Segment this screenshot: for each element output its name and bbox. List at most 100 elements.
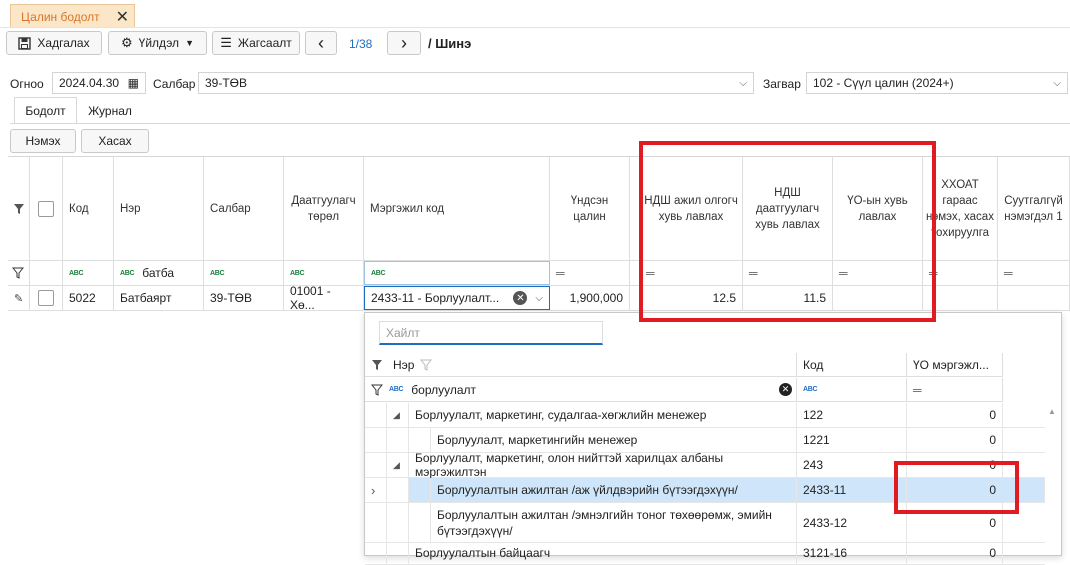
branch-label: Салбар <box>153 77 196 91</box>
list-button[interactable]: ☰ Жагсаалт <box>212 31 300 55</box>
indent-cell <box>387 428 409 452</box>
filter-branch[interactable]: ABC <box>204 261 284 285</box>
save-button[interactable]: Хадгалах <box>6 31 102 55</box>
cell-code[interactable]: 5022 <box>63 286 114 310</box>
branch-select[interactable]: 39-ТӨВ ⌵ <box>198 72 754 94</box>
equals-icon: ═ <box>556 266 565 280</box>
item-name: Борлуулалт, маркетингийн менежер <box>431 428 797 452</box>
cell-branch[interactable]: 39-ТӨВ <box>204 286 284 310</box>
col-header-insured-type[interactable]: Даатгуулагч төрөл <box>284 157 364 260</box>
row-indicator <box>365 453 387 477</box>
template-value: 102 - Сүүл цалин (2024+) <box>813 76 954 90</box>
calendar-icon[interactable]: ▦ <box>128 76 139 90</box>
dropdown-filter-name[interactable]: ABC борлуулалт ✕ <box>365 378 797 402</box>
filter-row-icon[interactable] <box>8 261 30 285</box>
chevron-right-icon: › <box>401 32 407 53</box>
filter-icon[interactable] <box>371 359 383 371</box>
select-all-checkbox[interactable] <box>38 200 54 217</box>
clear-icon[interactable]: ✕ <box>779 383 792 396</box>
list-item[interactable]: Борлуулалт, маркетингийн менежер 1221 0 <box>365 428 1045 453</box>
filter-profession[interactable]: ABC <box>364 261 550 285</box>
add-button[interactable]: Нэмэх <box>10 129 76 153</box>
chevron-down-icon[interactable]: ⌵ <box>535 293 543 304</box>
dropdown-filter-code[interactable]: ABC <box>797 378 907 402</box>
col-header-branch[interactable]: Салбар <box>204 157 284 260</box>
filter-code[interactable]: ABC <box>63 261 114 285</box>
chevron-down-icon: ▼ <box>185 38 194 48</box>
indent-cell <box>387 478 409 502</box>
chevron-down-icon: ⌵ <box>1053 77 1061 89</box>
list-item[interactable]: Борлуулалтын байцаагч 3121-16 0 <box>365 543 1045 565</box>
filter-cell-empty <box>30 261 63 285</box>
profession-dropdown: Хайлт Нэр Код ҮО мэргэжл... ABC борлуула… <box>364 312 1062 565</box>
text-filter-icon: ABC <box>290 269 305 277</box>
cell-addition-1[interactable] <box>998 286 1070 310</box>
row-checkbox-cell[interactable] <box>30 286 63 310</box>
save-icon <box>18 36 32 50</box>
text-filter-icon: ABC <box>803 386 818 393</box>
col-header-profession[interactable]: Мэргэжил код <box>364 157 550 260</box>
next-button[interactable]: › <box>387 31 421 55</box>
col-header-name[interactable]: Нэр <box>114 157 204 260</box>
template-select[interactable]: 102 - Сүүл цалин (2024+) ⌵ <box>806 72 1068 94</box>
item-code: 243 <box>797 453 907 477</box>
col-header-salary[interactable]: Үндсэн цалин <box>550 157 630 260</box>
item-code: 2433-11 <box>797 478 907 502</box>
row-checkbox[interactable] <box>38 290 54 306</box>
dropdown-col-name-label: Нэр <box>393 357 415 372</box>
col-header-addition-1[interactable]: Суутгалгүй нэмэгдэл 1 <box>998 157 1070 260</box>
col-header-code[interactable]: Код <box>63 157 114 260</box>
prev-button[interactable]: ‹ <box>305 31 337 55</box>
list-item[interactable]: ◢ Борлуулалт, маркетинг, судалгаа-хөгжли… <box>365 403 1045 428</box>
tabs-divider <box>10 123 1070 124</box>
collapse-icon[interactable]: ◢ <box>387 453 409 477</box>
date-field[interactable]: 2024.04.30 ▦ <box>52 72 146 94</box>
close-icon[interactable]: ✕ <box>116 7 129 27</box>
dropdown-filter-value: борлуулалт <box>411 382 476 397</box>
filter-addition-1[interactable]: ═ <box>998 261 1070 285</box>
filter-name-value: батба <box>142 266 175 280</box>
pencil-icon: ✎ <box>8 286 30 310</box>
filter-insured-type[interactable]: ABC <box>284 261 364 285</box>
equals-icon: ═ <box>913 382 922 397</box>
cell-salary[interactable]: 1,900,000 <box>550 286 630 310</box>
filter-name[interactable]: ABC батба <box>114 261 204 285</box>
search-input[interactable]: Хайлт <box>379 321 603 345</box>
text-filter-icon: ABC <box>210 269 225 277</box>
row-indicator <box>365 503 387 542</box>
clear-icon[interactable]: ✕ <box>513 291 528 305</box>
scroll-up-icon[interactable]: ▲ <box>1048 407 1056 416</box>
dropdown-col-name[interactable]: Нэр <box>365 353 797 377</box>
gear-icon: ⚙ <box>121 35 133 50</box>
text-filter-icon: ABC <box>120 269 135 277</box>
indent-cell <box>409 478 431 502</box>
filter-icon[interactable] <box>8 157 30 260</box>
dropdown-col-uo[interactable]: ҮО мэргэжл... <box>907 353 1003 377</box>
select-all-checkbox-cell[interactable] <box>30 157 63 260</box>
actions-button[interactable]: ⚙ Үйлдэл ▼ <box>108 31 207 55</box>
tab-journal[interactable]: Журнал <box>80 97 140 124</box>
item-name: Борлуулалтын байцаагч <box>409 543 797 564</box>
dropdown-filter-uo[interactable]: ═ <box>907 378 1003 402</box>
filter-row-icon[interactable] <box>371 384 383 396</box>
dropdown-col-code[interactable]: Код <box>797 353 907 377</box>
cell-name[interactable]: Батбаярт <box>114 286 204 310</box>
document-tab-title: Цалин бодолт <box>21 9 100 24</box>
profession-combobox[interactable]: 2433-11 - Борлуулалт... ✕ ⌵ <box>364 286 550 310</box>
tab-calculation[interactable]: Бодолт <box>14 97 77 124</box>
highlight-box-columns <box>639 141 936 322</box>
list-icon: ☰ <box>220 35 232 50</box>
pager-text: 1/38 <box>349 37 373 51</box>
document-tab[interactable]: Цалин бодолт ✕ <box>10 4 135 28</box>
collapse-icon[interactable]: ◢ <box>387 403 409 427</box>
filter-hint-icon[interactable] <box>420 359 433 371</box>
remove-button[interactable]: Хасах <box>81 129 149 153</box>
cell-insured-type[interactable]: 01001 - Хө... <box>284 284 364 312</box>
list-label: Жагсаалт <box>237 36 292 50</box>
item-code: 2433-12 <box>797 503 907 542</box>
filter-salary[interactable]: ═ <box>550 261 630 285</box>
dropdown-scrollbar[interactable]: ▲ <box>1048 403 1060 553</box>
actions-label: Үйлдэл <box>138 36 180 50</box>
remove-label: Хасах <box>98 134 132 148</box>
row-indicator <box>365 428 387 452</box>
